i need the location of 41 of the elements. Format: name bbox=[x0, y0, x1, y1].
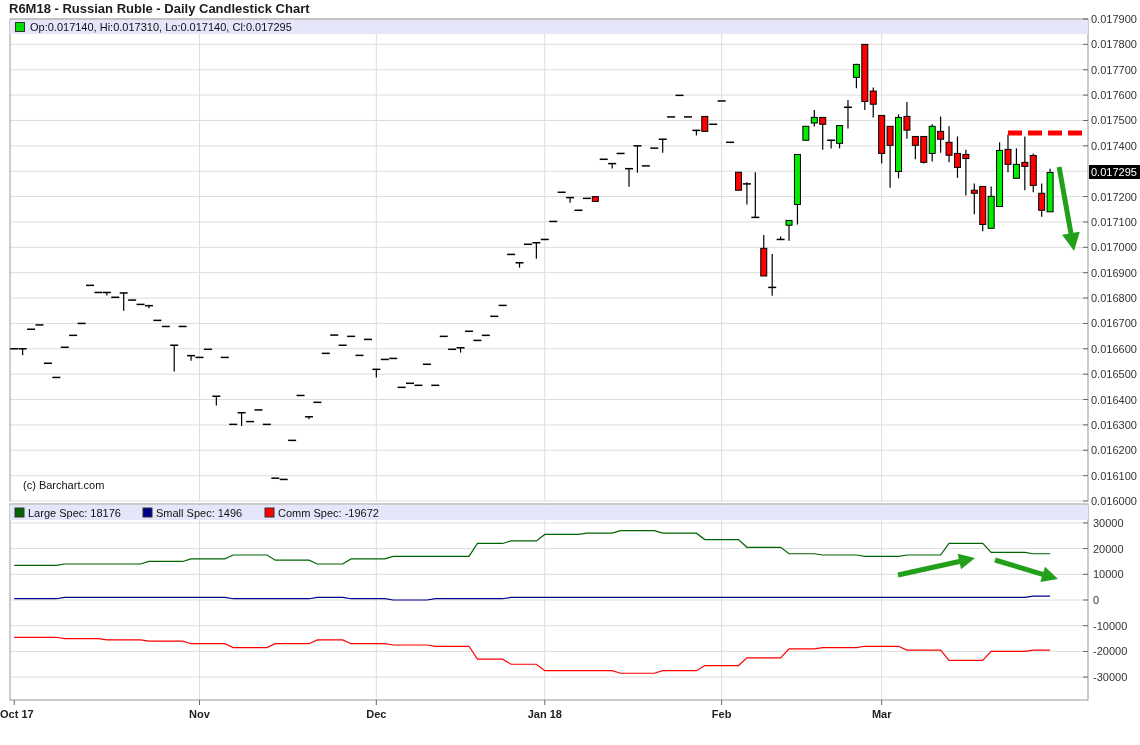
axis-label: 20000 bbox=[1093, 542, 1124, 555]
axis-label: 30000 bbox=[1093, 516, 1124, 529]
axis-label: 0 bbox=[1093, 594, 1100, 606]
legend-label: Large Spec: 18176 bbox=[28, 507, 121, 519]
axis-label: 0.016500 bbox=[1091, 368, 1137, 381]
chart-title: R6M18 - Russian Ruble - Daily Candlestick Chart bbox=[8, 0, 311, 18]
axis-label: Dec bbox=[366, 708, 387, 720]
axis-label: 0.017000 bbox=[1091, 241, 1137, 254]
arrow bbox=[994, 557, 1058, 583]
credit-text: (c) Barchart.com bbox=[23, 479, 105, 491]
axis-label: 0.016100 bbox=[1091, 469, 1137, 482]
legend-swatch bbox=[15, 22, 25, 32]
axis-label: -10000 bbox=[1093, 619, 1128, 632]
axis-label: 0.017800 bbox=[1091, 38, 1137, 51]
axis-label: 0.016700 bbox=[1091, 317, 1137, 330]
axis-label: 0.016200 bbox=[1091, 444, 1137, 457]
axis-label: 0.017500 bbox=[1091, 114, 1137, 127]
axis-label: Feb bbox=[711, 708, 732, 720]
axis-label: Mar bbox=[871, 708, 892, 720]
axis-label: 0.017200 bbox=[1091, 190, 1137, 203]
axis-label: 0.017600 bbox=[1091, 89, 1137, 102]
axis-label: Oct 17 bbox=[0, 708, 34, 720]
last-price-tag: 0.017295 bbox=[1089, 165, 1140, 180]
axis-label: 0.017700 bbox=[1091, 63, 1137, 76]
axis-label: 0.016300 bbox=[1091, 418, 1137, 431]
legend-label: Comm Spec: -19672 bbox=[278, 507, 379, 519]
legend-label: Small Spec: 1496 bbox=[156, 507, 243, 519]
axis-label: Nov bbox=[189, 708, 210, 720]
axis-label: 0.017900 bbox=[1091, 13, 1137, 25]
axis-label: 0.016400 bbox=[1091, 393, 1137, 406]
axis-label: 0.017100 bbox=[1091, 215, 1137, 228]
axis-label: 0.016000 bbox=[1091, 495, 1137, 507]
axis-label: 0.016800 bbox=[1091, 292, 1137, 305]
axis-label: -20000 bbox=[1093, 645, 1128, 658]
axis-label: Jan 18 bbox=[527, 708, 562, 720]
axis-label: -30000 bbox=[1093, 671, 1128, 684]
ohlc-legend: Op:0.017140, Hi:0.017310, Lo:0.017140, Cl:0.017295 bbox=[30, 20, 292, 34]
axis-label: 0.016600 bbox=[1091, 342, 1137, 355]
axis-label: 10000 bbox=[1093, 568, 1124, 581]
axis-label: 0.016900 bbox=[1091, 266, 1137, 279]
axis-label: 0.017400 bbox=[1091, 139, 1137, 152]
